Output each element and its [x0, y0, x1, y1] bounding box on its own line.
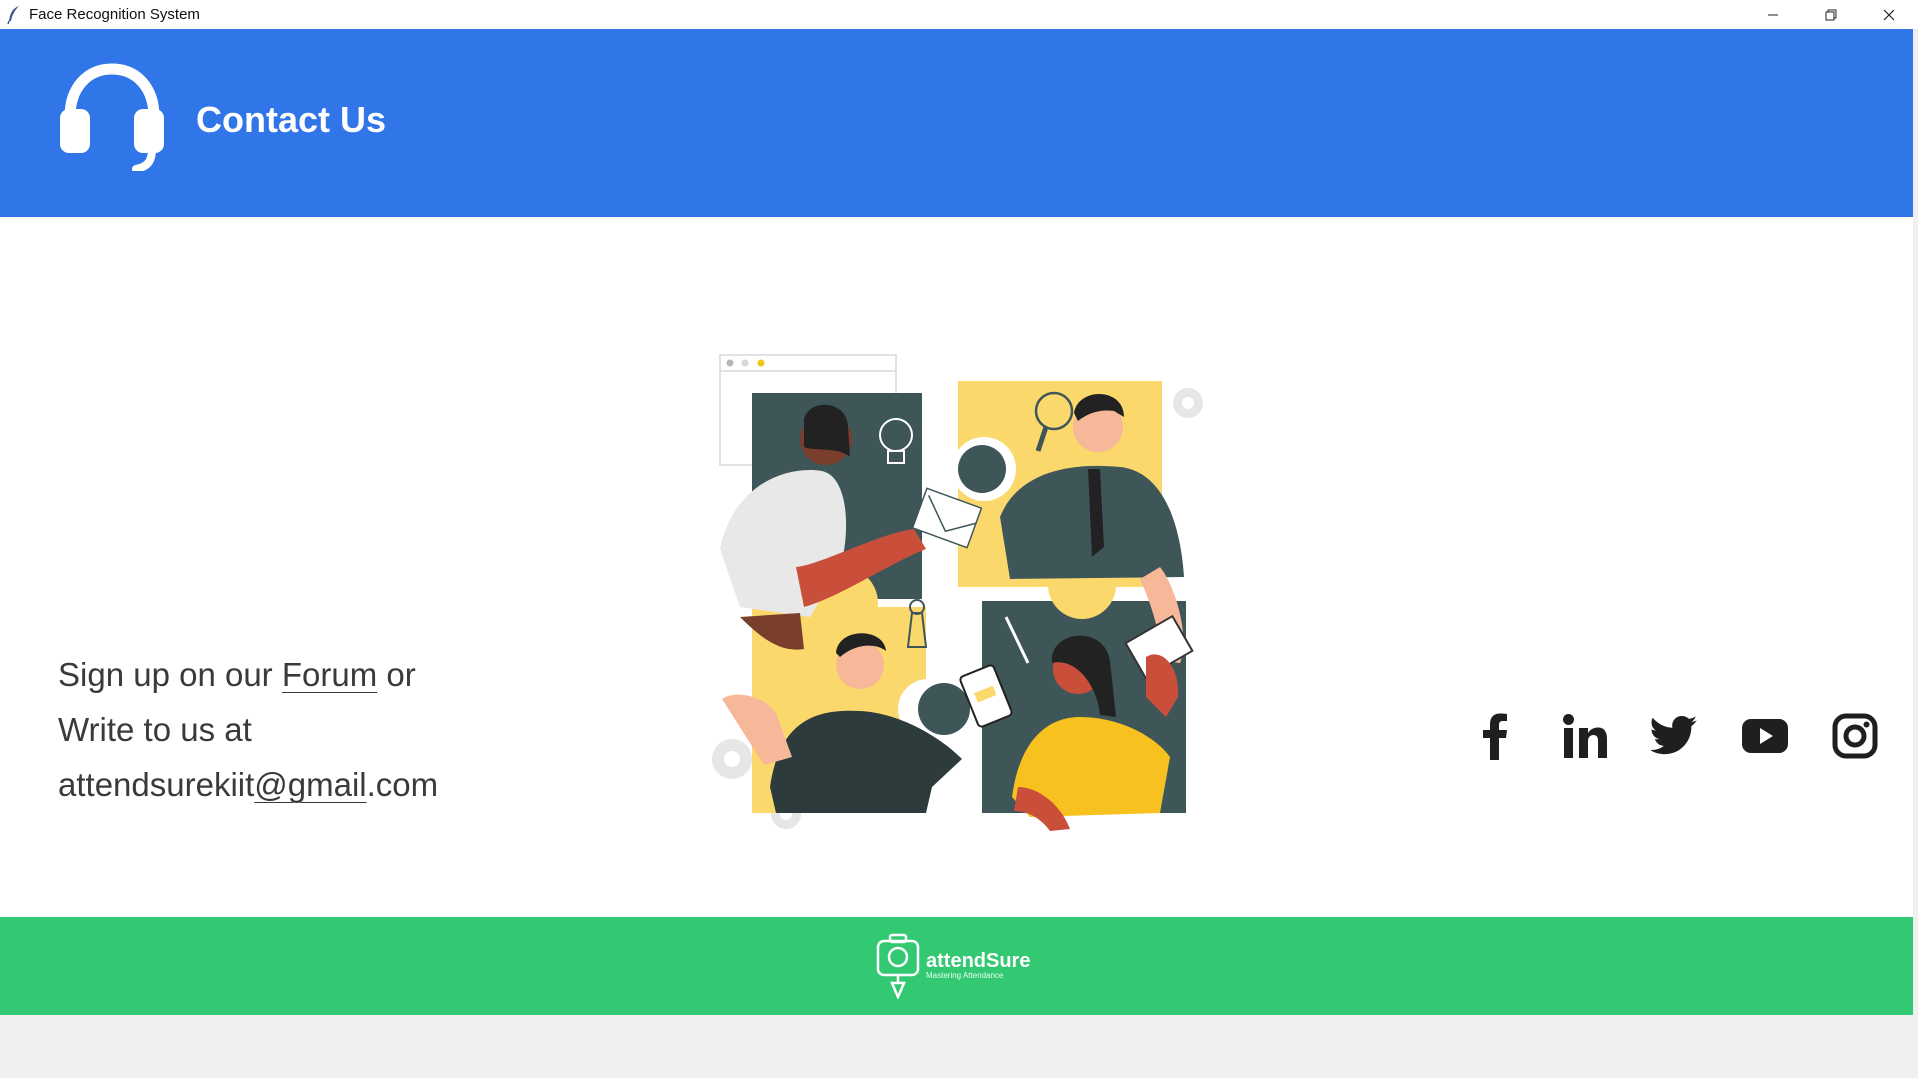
- window-controls: [1744, 0, 1918, 29]
- restore-icon: [1825, 9, 1837, 20]
- email-domain: @gmail: [254, 766, 367, 803]
- minimize-icon: [1768, 14, 1778, 15]
- twitter-icon: [1651, 716, 1698, 755]
- minimize-button[interactable]: [1744, 0, 1802, 29]
- forum-link[interactable]: Forum: [282, 656, 377, 693]
- signup-line: Sign up on our Forum or: [58, 647, 438, 702]
- signup-suffix: or: [377, 656, 416, 693]
- instagram-icon: [1832, 713, 1878, 759]
- window-title: Face Recognition System: [29, 6, 200, 23]
- facebook-icon: [1483, 713, 1507, 760]
- linkedin-icon: [1563, 714, 1607, 758]
- youtube-icon: [1742, 719, 1788, 753]
- feather-icon: [3, 4, 25, 26]
- main-panel: Sign up on our Forum or Write to us at a…: [0, 217, 1913, 917]
- content-area: Contact Us Sign up on our Forum or Write…: [0, 29, 1913, 1015]
- email-user: attendsurekiit: [58, 766, 255, 803]
- write-line: Write to us at: [58, 711, 252, 748]
- restore-button[interactable]: [1802, 0, 1860, 29]
- contact-info: Sign up on our Forum or Write to us at a…: [58, 647, 438, 812]
- footer-bar: attendSure Mastering Attendance: [0, 917, 1913, 1015]
- headset-icon: [60, 63, 164, 171]
- close-button[interactable]: [1860, 0, 1918, 29]
- brand-tagline: Mastering Attendance: [926, 971, 1004, 980]
- window-edge: [1913, 29, 1918, 1078]
- social-links: [1470, 711, 1880, 761]
- linkedin-link[interactable]: [1560, 711, 1610, 761]
- signup-prefix: Sign up on our: [58, 656, 282, 693]
- instagram-link[interactable]: [1830, 711, 1880, 761]
- app-window: Face Recognition System Contact Us Sign …: [0, 0, 1918, 1078]
- email-tld: .com: [366, 766, 439, 803]
- page-title: Contact Us: [196, 99, 387, 140]
- contact-header: Contact Us: [0, 29, 1913, 217]
- facebook-link[interactable]: [1470, 711, 1520, 761]
- title-bar[interactable]: Face Recognition System: [0, 0, 1918, 29]
- email-line[interactable]: attendsurekiit@gmail.com: [58, 757, 438, 812]
- youtube-link[interactable]: [1740, 711, 1790, 761]
- twitter-link[interactable]: [1650, 711, 1700, 761]
- close-icon: [1883, 9, 1895, 20]
- team-collaboration-illustration: [712, 354, 1203, 831]
- brand-name: attendSure: [926, 950, 1031, 972]
- brand-logo: attendSure Mastering Attendance: [876, 933, 1030, 999]
- camera-pin-icon: [876, 933, 920, 999]
